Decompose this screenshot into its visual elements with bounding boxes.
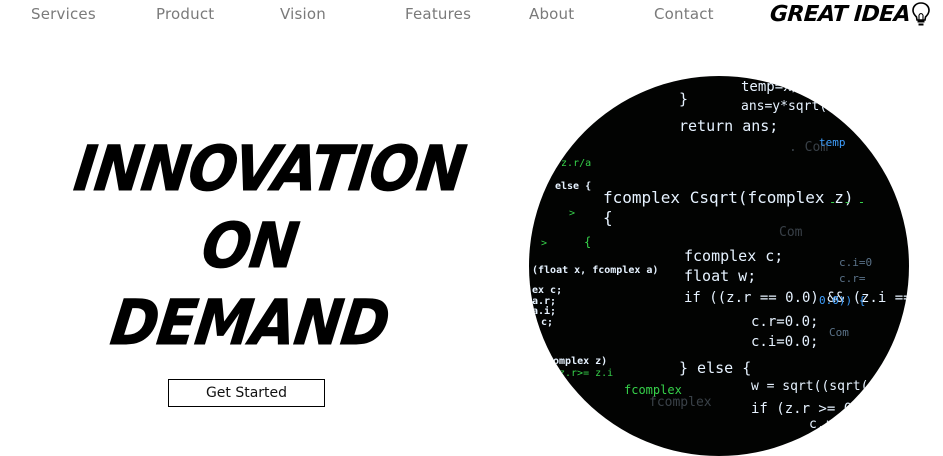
hero-headline: INNOVATION ON DEMAND [60,130,470,361]
code-bg-line: Com [779,225,803,240]
code-bg-line: fcomplex [649,395,712,410]
code-main-line: if ((z.r == 0.0) && (z.i == 0.0)) { [684,290,909,306]
nav-link-contact[interactable]: Contact [654,5,714,23]
code-main-line: ans=y*sqrt(1.0+temp*temp [741,99,909,114]
code-main-line: float w; [684,267,756,285]
nav-link-services[interactable]: Services [31,5,96,23]
code-main-line: return ans; [679,117,778,135]
code-side-line: a.i; [532,305,556,317]
code-main-line: } [679,90,688,108]
hero-headline-line: INNOVATION [70,132,470,206]
code-side-line: (float x, fcomplex a) [532,265,658,276]
code-side-line: c.i=0 [839,256,872,269]
code-side-line: c.r= [839,272,866,285]
brand-logo[interactable]: GREAT IDEA [769,0,931,28]
code-accent: fcomplex [624,383,682,397]
code-main-line: fcomplex c; [684,247,783,265]
code-side-line: z.r>= z.i [559,368,613,379]
code-side-line: complex z) [547,356,607,367]
code-main-line: temp=x/y; [741,79,817,95]
hero-headline-line: DEMAND [106,286,394,360]
logo-text: GREAT IDEA [769,1,911,27]
code-accent: { [584,235,591,249]
get-started-button[interactable]: Get Started [168,379,325,407]
nav-link-features[interactable]: Features [405,5,471,23]
nav-link-vision[interactable]: Vision [280,5,326,23]
code-main-line: w = sqrt((sqrt(z.r [751,379,892,394]
code-image-canvas: . Com Com fcomplex (float x, fcomplex a)… [532,79,909,432]
code-image: . Com Com fcomplex (float x, fcomplex a)… [529,76,909,456]
code-side-line: Com [829,326,849,339]
code-accent: 0.0)) { [819,294,865,307]
nav-link-product[interactable]: Product [156,5,214,23]
top-nav: Services Product Vision Features About C… [0,0,943,28]
code-side-line: > [569,208,575,219]
code-main-line: } else { [679,359,751,377]
code-main-line: c.r [809,417,833,432]
code-main-line: if (z.r >= 0.0) { [751,401,894,417]
code-side-line: else { [555,181,591,192]
code-side-line: ex c; [532,285,562,296]
code-accent: - - - [829,195,865,209]
nav-link-about[interactable]: About [529,5,574,23]
hero-headline-line: ON [198,209,303,283]
code-main-line: { [603,208,613,227]
code-main-line: c.i=0.0; [751,334,818,350]
code-side-line: { z.r/a [549,158,591,169]
code-accent: temp [819,136,846,149]
lightbulb-icon [912,2,930,26]
code-main-line: c.r=0.0; [751,314,818,330]
code-main-line: fcomplex Csqrt(fcomplex z) [603,188,853,207]
code-side-line: > [541,238,547,249]
code-side-line: c; [541,317,553,328]
